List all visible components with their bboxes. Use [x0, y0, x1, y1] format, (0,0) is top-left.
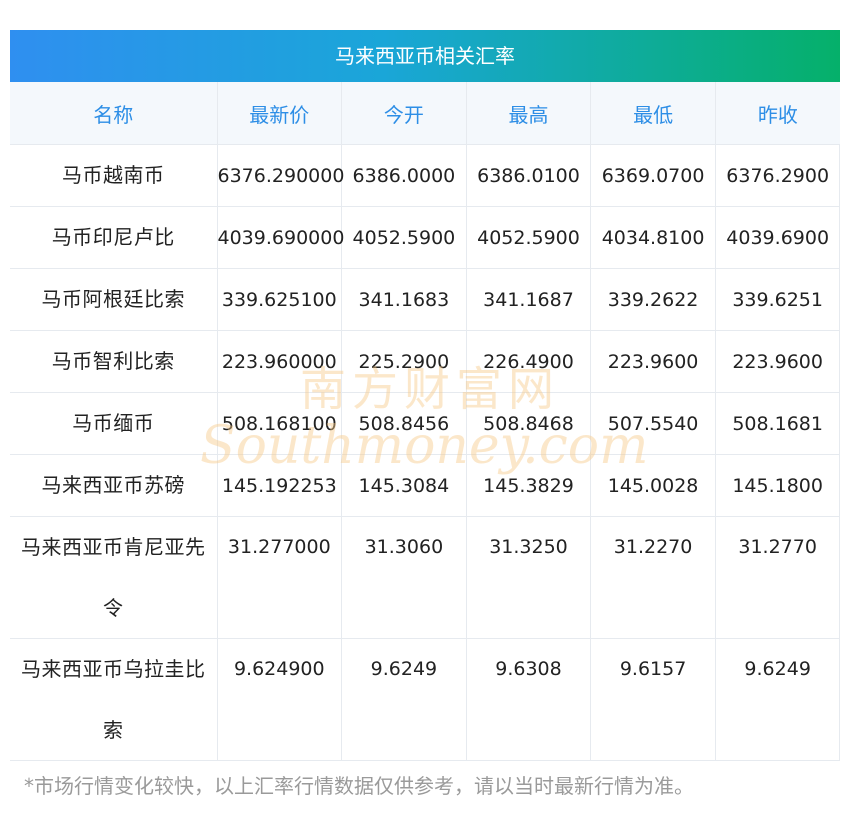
col-header-low: 最低: [590, 82, 716, 145]
row-name: 马币印尼卢比: [10, 206, 218, 269]
cell-latest: 508.168100: [217, 392, 343, 455]
cell-prev: 339.6251: [715, 268, 841, 331]
cell-open: 341.1683: [341, 268, 467, 331]
cell-low: 9.6157: [590, 638, 716, 761]
table-row: 马来西亚币乌拉圭比 索 9.624900 9.6249 9.6308 9.615…: [10, 638, 841, 761]
cell-open: 225.2900: [341, 330, 467, 393]
row-name: 马来西亚币苏磅: [10, 454, 218, 517]
cell-prev: 145.1800: [715, 454, 841, 517]
cell-low: 507.5540: [590, 392, 716, 455]
cell-prev: 31.2770: [715, 516, 841, 639]
table-header-row: 名称 最新价 今开 最高 最低 昨收: [10, 82, 840, 145]
cell-latest: 31.277000: [217, 516, 343, 639]
cell-latest: 9.624900: [217, 638, 343, 761]
footnote: *市场行情变化较快，以上汇率行情数据仅供参考，请以当时最新行情为准。: [24, 774, 694, 798]
row-name: 马来西亚币肯尼亚先 令: [10, 516, 218, 639]
cell-prev: 4039.6900: [715, 206, 841, 269]
cell-high: 226.4900: [466, 330, 592, 393]
table-row: 马币智利比索 223.960000 225.2900 226.4900 223.…: [10, 330, 841, 393]
cell-high: 4052.5900: [466, 206, 592, 269]
cell-latest: 4039.690000: [217, 206, 344, 269]
col-header-high: 最高: [466, 82, 592, 145]
cell-high: 145.3829: [466, 454, 592, 517]
cell-open: 6386.0000: [341, 144, 467, 207]
cell-prev: 6376.2900: [715, 144, 841, 207]
table-row: 马币缅币 508.168100 508.8456 508.8468 507.55…: [10, 392, 841, 455]
table-row: 马来西亚币苏磅 145.192253 145.3084 145.3829 145…: [10, 454, 841, 517]
row-name-line1: 马来西亚币乌拉圭比: [21, 657, 206, 681]
table-row: 马来西亚币肯尼亚先 令 31.277000 31.3060 31.3250 31…: [10, 516, 841, 639]
cell-high: 9.6308: [466, 638, 592, 761]
cell-low: 145.0028: [590, 454, 716, 517]
cell-low: 4034.8100: [590, 206, 716, 269]
row-name: 马来西亚币乌拉圭比 索: [10, 638, 218, 761]
rate-table: 名称 最新价 今开 最高 最低 昨收 马币越南币 6376.290000 638…: [10, 82, 841, 761]
row-name: 马币越南币: [10, 144, 218, 207]
cell-latest: 223.960000: [217, 330, 343, 393]
table-row: 马币印尼卢比 4039.690000 4052.5900 4052.5900 4…: [10, 206, 841, 269]
cell-latest: 339.625100: [217, 268, 343, 331]
cell-low: 6369.0700: [590, 144, 716, 207]
cell-latest: 145.192253: [217, 454, 343, 517]
cell-open: 508.8456: [341, 392, 467, 455]
table-row: 马币阿根廷比索 339.625100 341.1683 341.1687 339…: [10, 268, 841, 331]
rate-table-container: 马来西亚币相关汇率 名称 最新价 今开 最高 最低 昨收 马币越南币 6376.…: [10, 30, 841, 761]
col-header-latest: 最新价: [217, 82, 343, 145]
col-header-prev: 昨收: [715, 82, 840, 145]
cell-low: 223.9600: [590, 330, 716, 393]
col-header-open: 今开: [341, 82, 467, 145]
cell-high: 31.3250: [466, 516, 592, 639]
cell-prev: 9.6249: [715, 638, 841, 761]
table-row: 马币越南币 6376.290000 6386.0000 6386.0100 63…: [10, 144, 841, 207]
row-name: 马币缅币: [10, 392, 218, 455]
cell-open: 9.6249: [341, 638, 467, 761]
cell-high: 508.8468: [466, 392, 592, 455]
row-name-line2: 索: [103, 718, 124, 742]
cell-low: 339.2622: [590, 268, 716, 331]
cell-high: 6386.0100: [466, 144, 592, 207]
cell-latest: 6376.290000: [217, 144, 344, 207]
cell-open: 145.3084: [341, 454, 467, 517]
row-name: 马币智利比索: [10, 330, 218, 393]
cell-prev: 223.9600: [715, 330, 841, 393]
cell-open: 4052.5900: [341, 206, 467, 269]
cell-low: 31.2270: [590, 516, 716, 639]
col-header-name: 名称: [10, 82, 218, 145]
cell-prev: 508.1681: [715, 392, 841, 455]
cell-open: 31.3060: [341, 516, 467, 639]
row-name-line1: 马来西亚币肯尼亚先: [21, 535, 206, 559]
cell-high: 341.1687: [466, 268, 592, 331]
row-name: 马币阿根廷比索: [10, 268, 218, 331]
row-name-line2: 令: [103, 596, 124, 620]
table-title: 马来西亚币相关汇率: [10, 30, 840, 82]
